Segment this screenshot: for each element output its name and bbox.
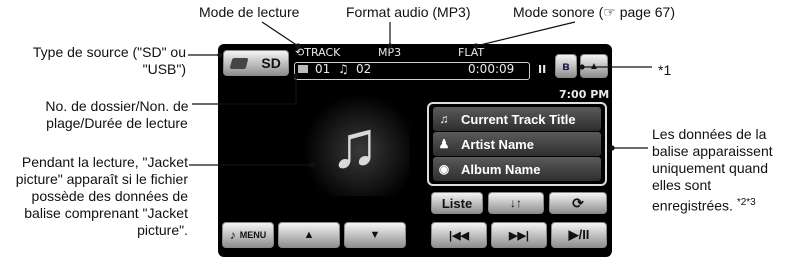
source-label: SD <box>261 55 281 71</box>
tag-data-panel: ♫ Current Track Title ♟ Artist Name ◉ Al… <box>427 102 607 186</box>
bluetooth-icon: ʙ <box>562 59 570 73</box>
callout-jacket-picture: Pendant la lecture, "Jacket picture" app… <box>15 154 188 238</box>
bluetooth-button[interactable]: ʙ <box>555 54 577 78</box>
repeat-button[interactable]: ⟳ <box>549 192 607 214</box>
artist-name: Artist Name <box>461 136 534 152</box>
previous-icon: |◀◀ <box>449 229 469 242</box>
callout-sound-mode: Mode sonore (☞ page 67) <box>513 4 675 20</box>
folder-icon <box>298 65 308 73</box>
sd-card-icon <box>229 57 249 69</box>
next-button[interactable]: ▶▶| <box>491 222 547 248</box>
callout-source-type: Type de source ("SD" ou "USB") <box>32 44 186 77</box>
jacket-note-icon: ♫ <box>330 107 380 181</box>
shuffle-icon: ↓↑ <box>510 196 522 210</box>
up-button[interactable]: ▲ <box>278 222 340 248</box>
clock: 7:00 PM <box>559 88 610 101</box>
person-icon: ♟ <box>438 137 450 151</box>
folder-number: 01 <box>315 62 331 76</box>
callout-folder-track-time: No. de dossier/Non. de plage/Durée de le… <box>45 98 189 131</box>
eject-icon: ▲ <box>589 60 599 72</box>
callout-tag-data: Les données de la balise apparaissent un… <box>652 126 793 215</box>
callout-audio-format: Format audio (MP3) <box>346 4 471 20</box>
track-title-row: ♫ Current Track Title <box>433 107 601 131</box>
artist-row: ♟ Artist Name <box>433 132 601 156</box>
down-arrow-icon: ▼ <box>369 229 381 241</box>
music-note-icon: ♫ <box>338 62 349 76</box>
down-button[interactable]: ▼ <box>344 222 406 248</box>
repeat-status: ⟲TRACK <box>295 46 340 59</box>
callout-playback-mode: Mode de lecture <box>199 4 300 20</box>
menu-note-icon: ♪ <box>229 228 236 242</box>
eject-button[interactable]: ▲ <box>580 54 608 78</box>
next-icon: ▶▶| <box>509 229 529 242</box>
repeat-loop-icon: ⟳ <box>572 194 584 211</box>
leader-playback-mode <box>261 21 299 47</box>
callout-tag-data-footnotes: *2*3 <box>736 197 756 208</box>
menu-label: MENU <box>239 230 267 240</box>
menu-button[interactable]: ♪ MENU <box>222 222 274 248</box>
pause-indicator: II <box>538 63 547 76</box>
note-icon: ♫ <box>439 112 449 126</box>
callout-footnote-1: *1 <box>658 62 672 78</box>
previous-button[interactable]: |◀◀ <box>431 222 487 248</box>
leader-sound-mode <box>475 21 576 47</box>
head-unit-screen: SD ⟲TRACK MP3 FLAT 01 ♫ 02 0:00:09 II ʙ … <box>218 44 612 257</box>
track-title: Current Track Title <box>461 111 576 127</box>
repeat-icon: ⟲ <box>295 46 305 59</box>
shuffle-button[interactable]: ↓↑ <box>488 192 544 214</box>
album-name: Album Name <box>461 161 541 177</box>
play-pause-button[interactable]: ▶/II <box>551 222 607 248</box>
repeat-mode: TRACK <box>304 46 341 59</box>
album-row: ◉ Album Name <box>433 157 601 181</box>
jacket-picture: ♫ <box>300 96 410 196</box>
disc-icon: ◉ <box>438 162 450 176</box>
source-button[interactable]: SD <box>223 50 289 76</box>
track-number: 02 <box>356 62 372 76</box>
sound-mode-indicator: FLAT <box>458 46 485 59</box>
up-arrow-icon: ▲ <box>303 229 315 241</box>
play-time: 0:00:09 <box>468 62 515 76</box>
format-indicator: MP3 <box>378 46 402 59</box>
list-button[interactable]: Liste <box>431 192 483 214</box>
